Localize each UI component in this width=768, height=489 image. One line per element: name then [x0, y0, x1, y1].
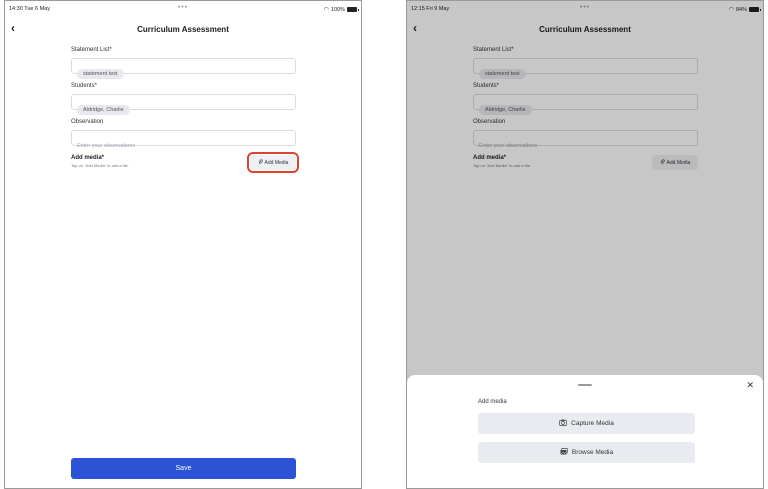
camera-icon — [559, 419, 568, 428]
observation-label: Observation — [71, 119, 104, 125]
navigation-bar: ‹ Curriculum Assessment — [5, 15, 361, 43]
add-media-label: Add Media — [264, 159, 289, 166]
student-chip[interactable]: Aldridge, Charlie — [77, 105, 130, 115]
statement-list-field[interactable]: statement test — [71, 58, 296, 79]
page-title: Curriculum Assessment — [137, 25, 229, 34]
status-time: 14:30 Tue 6 May — [9, 6, 50, 12]
add-media-section: Add media* Tap on "Add Media" to add a f… — [71, 152, 299, 177]
save-button[interactable]: Save — [71, 458, 296, 479]
students-field[interactable]: Aldridge, Charlie — [71, 94, 296, 115]
students-label: Students* — [71, 83, 98, 89]
observation-placeholder: Enter your observations — [77, 143, 136, 149]
wifi-icon: ◠ — [323, 7, 329, 13]
ipad-screen-media-sheet: 12:15 Fri 9 May ••• ◠ 84% ‹ Curriculum A… — [406, 0, 764, 489]
add-media-button[interactable]: Add Media — [247, 152, 299, 173]
capture-media-button[interactable]: Capture Media — [478, 413, 695, 434]
assessment-form: Statement List* statement test Students*… — [71, 47, 299, 177]
status-bar: 14:30 Tue 6 May ••• ◠ 100% — [5, 1, 361, 15]
battery-percent: 100% — [330, 6, 345, 13]
battery-icon — [347, 7, 359, 12]
browse-media-button[interactable]: Browse Media — [478, 442, 695, 463]
add-media-sheet: ✕ Add media Capture Media Browse Media — [407, 375, 763, 488]
paperclip-icon — [258, 158, 263, 167]
statement-chip[interactable]: statement test — [77, 69, 124, 79]
ipad-screen-form: 14:30 Tue 6 May ••• ◠ 100% ‹ Curriculum … — [4, 0, 362, 489]
statement-list-label: Statement List* — [71, 47, 112, 53]
capture-media-label: Capture Media — [571, 420, 614, 427]
status-right: ◠ 100% — [323, 6, 359, 13]
sheet-grabber[interactable] — [578, 384, 592, 386]
observation-input[interactable]: Enter your observations — [71, 130, 296, 149]
browse-media-label: Browse Media — [571, 449, 614, 456]
close-icon[interactable]: ✕ — [746, 380, 754, 391]
sheet-title: Add media — [478, 399, 507, 405]
gallery-icon — [560, 448, 568, 457]
multitasking-dots[interactable]: ••• — [178, 4, 188, 11]
